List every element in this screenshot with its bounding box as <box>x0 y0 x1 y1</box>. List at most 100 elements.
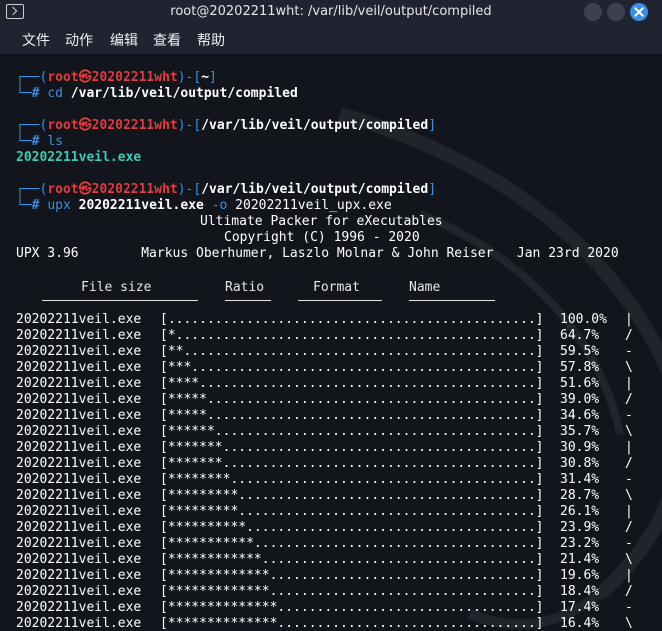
progress-spinner: | <box>625 504 633 519</box>
progress-percent: 30.9% <box>560 440 600 455</box>
progress-spinner: \ <box>625 424 633 439</box>
progress-file-name: 20202211veil.exe <box>16 616 142 631</box>
header-underline <box>42 300 198 301</box>
command-args: 20202211veil.exe <box>78 198 204 213</box>
header-file-size: File size <box>81 280 152 295</box>
menu-view[interactable]: 查看 <box>153 30 181 50</box>
prompt-dir: /var/lib/veil/output/compiled <box>201 118 429 133</box>
prompt-host: 20202211wht <box>91 70 178 85</box>
title-bar[interactable]: root@20202211wht: /var/lib/veil/output/c… <box>0 0 662 24</box>
prompt-sep: ㉿ <box>78 182 92 197</box>
terminal-output[interactable]: ┌──(root㉿20202211wht)-[~] └─# cd /var/li… <box>0 54 662 631</box>
progress-spinner: - <box>625 536 633 551</box>
progress-percent: 19.6% <box>560 568 600 583</box>
progress-file-name: 20202211veil.exe <box>16 344 142 359</box>
terminal-window: root@20202211wht: /var/lib/veil/output/c… <box>0 0 662 631</box>
command-name: upx <box>47 198 71 213</box>
progress-spinner: / <box>625 328 633 343</box>
progress-percent: 64.7% <box>560 328 600 343</box>
prompt-dir: ~ <box>201 70 210 85</box>
progress-spinner: \ <box>625 360 633 375</box>
maximize-button[interactable] <box>607 3 625 21</box>
menu-actions[interactable]: 动作 <box>65 30 93 50</box>
menu-file[interactable]: 文件 <box>22 30 50 50</box>
progress-spinner: - <box>625 600 633 615</box>
progress-spinner: | <box>625 568 633 583</box>
progress-bar: [*********..............................… <box>160 488 544 503</box>
progress-percent: 35.7% <box>560 424 600 439</box>
progress-file-name: 20202211veil.exe <box>16 520 142 535</box>
progress-spinner: | <box>625 440 633 455</box>
progress-file-name: 20202211veil.exe <box>16 360 142 375</box>
progress-bar: [******.................................… <box>160 424 544 439</box>
upx-version-line: UPX 3.96 Markus Oberhumer, Laszlo Molnar… <box>16 246 619 261</box>
progress-percent: 21.4% <box>560 552 600 567</box>
menu-edit[interactable]: 编辑 <box>110 30 138 50</box>
menu-help[interactable]: 帮助 <box>197 30 225 50</box>
progress-percent: 23.2% <box>560 536 600 551</box>
progress-file-name: 20202211veil.exe <box>16 424 142 439</box>
progress-spinner: / <box>625 584 633 599</box>
progress-file-name: 20202211veil.exe <box>16 328 142 343</box>
prompt-line-2: ┌──(root㉿20202211wht)-[/var/lib/veil/out… <box>16 118 437 133</box>
progress-spinner: / <box>625 392 633 407</box>
command-line-2: └─# ls <box>16 134 63 149</box>
upx-title: Ultimate Packer for eXecutables <box>200 214 443 229</box>
progress-file-name: 20202211veil.exe <box>16 504 142 519</box>
progress-bar: [*************..........................… <box>160 584 544 599</box>
progress-file-name: 20202211veil.exe <box>16 568 142 583</box>
progress-spinner: \ <box>625 616 633 631</box>
close-button[interactable] <box>630 3 648 21</box>
progress-spinner: | <box>625 312 633 327</box>
prompt-sep: ㉿ <box>78 118 92 133</box>
progress-file-name: 20202211veil.exe <box>16 440 142 455</box>
prompt-host: 20202211wht <box>91 118 178 133</box>
progress-bar: [*****..................................… <box>160 408 544 423</box>
command-output-arg: 20202211veil_upx.exe <box>235 198 392 213</box>
header-ratio: Ratio <box>225 280 265 295</box>
progress-file-name: 20202211veil.exe <box>16 600 142 615</box>
progress-spinner: \ <box>625 552 633 567</box>
progress-bar: [**********.............................… <box>160 520 544 535</box>
header-underline <box>409 300 495 301</box>
command-args: /var/lib/veil/output/compiled <box>70 86 298 101</box>
progress-spinner: / <box>625 456 633 471</box>
upx-copyright: Copyright (C) 1996 - 2020 <box>224 230 420 245</box>
prompt-dir: /var/lib/veil/output/compiled <box>201 182 429 197</box>
progress-percent: 31.4% <box>560 472 600 487</box>
prompt-user: root <box>47 70 79 85</box>
command-name: cd <box>47 86 63 101</box>
progress-file-name: 20202211veil.exe <box>16 472 142 487</box>
header-format: Format <box>313 280 360 295</box>
progress-percent: 30.8% <box>560 456 600 471</box>
progress-bar: [*********..............................… <box>160 504 544 519</box>
prompt-user: root <box>47 182 79 197</box>
progress-spinner: / <box>625 520 633 535</box>
ls-output: 20202211veil.exe <box>16 150 142 165</box>
minimize-button[interactable] <box>584 3 602 21</box>
progress-percent: 34.6% <box>560 408 600 423</box>
progress-spinner: - <box>625 344 633 359</box>
prompt-hash: # <box>31 134 40 149</box>
progress-bar: [************...........................… <box>160 552 544 567</box>
progress-bar: [***********............................… <box>160 536 544 551</box>
command-line-3: └─# upx 20202211veil.exe -o 20202211veil… <box>16 198 392 213</box>
progress-file-name: 20202211veil.exe <box>16 376 142 391</box>
progress-bar: [**.....................................… <box>160 344 544 359</box>
header-underline <box>298 300 382 301</box>
prompt-sep: ㉿ <box>78 70 92 85</box>
progress-file-name: 20202211veil.exe <box>16 312 142 327</box>
menu-bar: 文件 动作 编辑 查看 帮助 <box>0 24 662 54</box>
progress-bar: [**************.........................… <box>160 616 544 631</box>
progress-percent: 23.9% <box>560 520 600 535</box>
command-line-1: └─# cd /var/lib/veil/output/compiled <box>16 86 298 101</box>
progress-percent: 16.4% <box>560 616 600 631</box>
progress-percent: 57.8% <box>560 360 600 375</box>
progress-spinner: - <box>625 408 633 423</box>
progress-bar: [********...............................… <box>160 472 544 487</box>
progress-bar: [*******................................… <box>160 440 544 455</box>
prompt-line-1: ┌──(root㉿20202211wht)-[~] <box>16 70 217 85</box>
prompt-hash: # <box>31 86 40 101</box>
progress-spinner: | <box>625 376 633 391</box>
progress-file-name: 20202211veil.exe <box>16 408 142 423</box>
